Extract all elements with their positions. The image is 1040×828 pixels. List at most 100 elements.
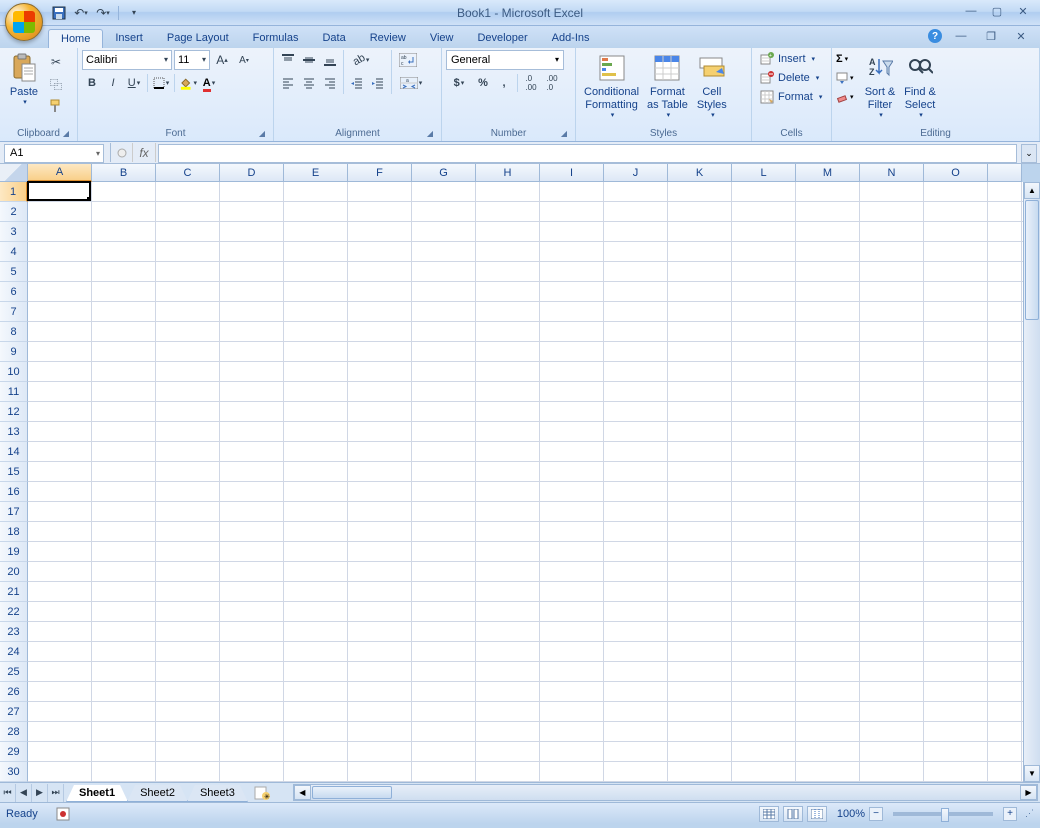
help-icon[interactable]: ?	[928, 29, 942, 43]
sheet-tab-sheet2[interactable]: Sheet2	[127, 785, 188, 802]
macro-record-icon[interactable]	[56, 807, 70, 821]
increase-decimal-icon[interactable]: .0.00	[521, 73, 541, 93]
column-header-D[interactable]: D	[220, 164, 284, 182]
column-header-G[interactable]: G	[412, 164, 476, 182]
maximize-button[interactable]: ▢	[986, 4, 1008, 18]
comma-icon[interactable]: ,	[494, 73, 514, 93]
font-launcher-icon[interactable]: ◢	[257, 129, 267, 139]
copy-icon[interactable]: ⿻	[46, 74, 66, 94]
row-header-26[interactable]: 26	[0, 682, 28, 702]
row-header-13[interactable]: 13	[0, 422, 28, 442]
row-header-1[interactable]: 1	[0, 182, 28, 202]
fill-color-icon[interactable]	[178, 73, 198, 93]
cell-styles-button[interactable]: Cell Styles▾	[692, 50, 732, 123]
cells-area[interactable]	[28, 182, 1023, 782]
undo-icon[interactable]: ↶▾	[72, 4, 90, 22]
scroll-down-icon[interactable]: ▼	[1024, 765, 1040, 782]
row-header-10[interactable]: 10	[0, 362, 28, 382]
tab-home[interactable]: Home	[48, 29, 103, 48]
alignment-launcher-icon[interactable]: ◢	[425, 129, 435, 139]
vertical-scroll-thumb[interactable]	[1025, 200, 1039, 320]
column-header-M[interactable]: M	[796, 164, 860, 182]
align-center-icon[interactable]	[299, 73, 319, 93]
find-select-button[interactable]: Find & Select▾	[900, 50, 940, 123]
row-header-25[interactable]: 25	[0, 662, 28, 682]
cut-icon[interactable]: ✂	[46, 52, 66, 72]
close-button[interactable]: ✕	[1012, 4, 1034, 18]
row-header-5[interactable]: 5	[0, 262, 28, 282]
number-format-combo[interactable]: General	[446, 50, 564, 70]
column-header-C[interactable]: C	[156, 164, 220, 182]
column-header-H[interactable]: H	[476, 164, 540, 182]
doc-close-button[interactable]: ✕	[1010, 29, 1032, 43]
italic-icon[interactable]: I	[103, 73, 123, 93]
row-header-11[interactable]: 11	[0, 382, 28, 402]
zoom-slider[interactable]	[893, 812, 993, 816]
column-header-partial[interactable]	[988, 164, 1022, 182]
doc-minimize-button[interactable]: —	[950, 29, 972, 43]
grow-font-icon[interactable]: A▴	[212, 50, 232, 70]
fill-icon[interactable]	[836, 69, 856, 87]
redo-icon[interactable]: ↷▾	[94, 4, 112, 22]
next-sheet-icon[interactable]: ▶	[32, 784, 48, 802]
font-name-combo[interactable]: Calibri	[82, 50, 172, 70]
last-sheet-icon[interactable]: ⏭	[48, 784, 64, 802]
formula-input[interactable]	[158, 144, 1017, 163]
scroll-left-icon[interactable]: ◀	[294, 785, 311, 800]
tab-data[interactable]: Data	[310, 29, 357, 48]
column-header-J[interactable]: J	[604, 164, 668, 182]
tab-review[interactable]: Review	[358, 29, 418, 48]
resize-grip-icon[interactable]: ⋰	[1025, 808, 1034, 819]
column-header-B[interactable]: B	[92, 164, 156, 182]
zoom-out-icon[interactable]: −	[869, 807, 883, 821]
decrease-decimal-icon[interactable]: .00.0	[542, 73, 562, 93]
column-header-A[interactable]: A	[28, 164, 92, 182]
row-header-27[interactable]: 27	[0, 702, 28, 722]
select-all-button[interactable]	[0, 164, 28, 182]
zoom-level[interactable]: 100%	[837, 808, 865, 820]
column-header-N[interactable]: N	[860, 164, 924, 182]
paste-button[interactable]: Paste▾	[4, 50, 44, 110]
row-header-14[interactable]: 14	[0, 442, 28, 462]
column-header-O[interactable]: O	[924, 164, 988, 182]
wrap-text-icon[interactable]: abc	[395, 50, 421, 70]
row-header-23[interactable]: 23	[0, 622, 28, 642]
clipboard-launcher-icon[interactable]: ◢	[61, 129, 71, 139]
conditional-formatting-button[interactable]: Conditional Formatting▾	[580, 50, 643, 123]
qat-customize-icon[interactable]: ▾	[125, 4, 143, 22]
sheet-tab-sheet3[interactable]: Sheet3	[187, 785, 248, 802]
tab-insert[interactable]: Insert	[103, 29, 155, 48]
tab-add-ins[interactable]: Add-Ins	[540, 29, 602, 48]
align-middle-icon[interactable]	[299, 50, 319, 70]
align-right-icon[interactable]	[320, 73, 340, 93]
row-header-7[interactable]: 7	[0, 302, 28, 322]
tab-page-layout[interactable]: Page Layout	[155, 29, 241, 48]
normal-view-icon[interactable]	[759, 806, 779, 822]
row-header-17[interactable]: 17	[0, 502, 28, 522]
column-header-I[interactable]: I	[540, 164, 604, 182]
column-header-K[interactable]: K	[668, 164, 732, 182]
page-break-view-icon[interactable]	[807, 806, 827, 822]
column-header-F[interactable]: F	[348, 164, 412, 182]
merge-center-icon[interactable]: a	[395, 73, 427, 93]
save-icon[interactable]	[50, 4, 68, 22]
row-header-4[interactable]: 4	[0, 242, 28, 262]
formula-bar-expand-icon[interactable]: ⌄	[1021, 144, 1037, 163]
row-header-19[interactable]: 19	[0, 542, 28, 562]
row-header-3[interactable]: 3	[0, 222, 28, 242]
align-top-icon[interactable]	[278, 50, 298, 70]
row-header-20[interactable]: 20	[0, 562, 28, 582]
format-as-table-button[interactable]: Format as Table▾	[643, 50, 692, 123]
row-header-29[interactable]: 29	[0, 742, 28, 762]
row-header-22[interactable]: 22	[0, 602, 28, 622]
name-box-expand[interactable]	[110, 143, 132, 162]
autosum-icon[interactable]: Σ	[836, 50, 856, 68]
delete-cells-button[interactable]: Delete	[756, 69, 825, 87]
row-header-16[interactable]: 16	[0, 482, 28, 502]
row-header-15[interactable]: 15	[0, 462, 28, 482]
column-header-E[interactable]: E	[284, 164, 348, 182]
name-box[interactable]: A1	[4, 144, 104, 163]
scroll-right-icon[interactable]: ▶	[1020, 785, 1037, 800]
sort-filter-button[interactable]: AZ Sort & Filter▾	[860, 50, 900, 123]
row-header-24[interactable]: 24	[0, 642, 28, 662]
